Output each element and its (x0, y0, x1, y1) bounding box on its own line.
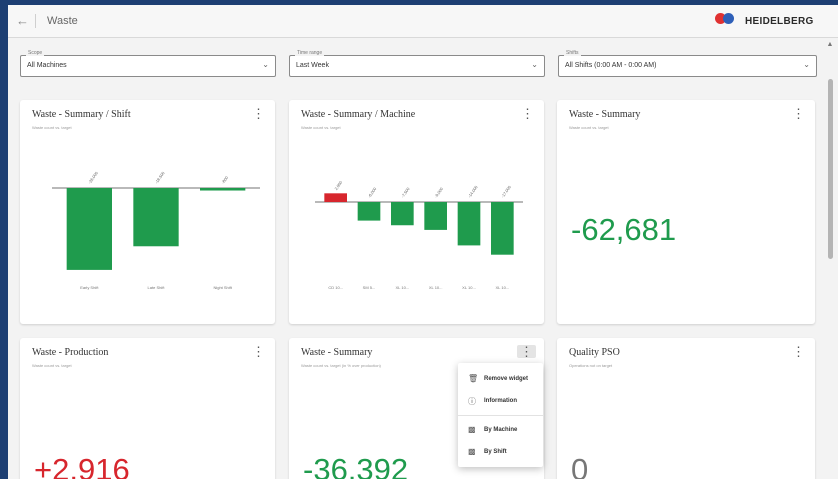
menu-divider (458, 415, 543, 416)
bar-data-label: -9,000 (433, 186, 444, 199)
bar-data-label: -18,500 (154, 170, 166, 185)
vertical-scrollbar[interactable]: ▲ (826, 41, 834, 479)
category-tick-label: XL 10... (462, 285, 476, 290)
category-tick-label: SM 5... (363, 285, 376, 290)
widget-waste-summary: Waste - Summary Waste count vs. target ⋮… (557, 100, 815, 324)
widget-title: Quality PSO (569, 347, 620, 358)
chart-bar[interactable] (424, 202, 447, 230)
bar-data-label: -800 (220, 175, 229, 185)
bar-data-label: 2,800 (333, 179, 343, 191)
bar-data-label: -7,500 (400, 186, 411, 199)
caret-up-icon[interactable]: ▲ (826, 41, 834, 49)
bar-chart-icon: ▩ (468, 425, 476, 434)
info-icon: ⓘ (468, 397, 476, 406)
chart-bar[interactable] (391, 202, 414, 226)
chevron-down-icon: ⌄ (803, 60, 810, 69)
category-tick-label: Early Shift (80, 285, 99, 290)
category-tick-label: XL 10... (429, 285, 443, 290)
filter-label: Shifts (564, 50, 581, 56)
waste-machine-chart: 2,800 CD 10... -6,000 SM 5... -7,500 XL 10...… (315, 179, 523, 290)
brand-logo-icon (715, 12, 735, 26)
widget-waste-shift: Waste - Summary / Shift Waste count vs. … (20, 100, 275, 324)
machine-filter-select[interactable]: Scope All Machines ⌄ (20, 50, 276, 77)
widget-title: Waste - Summary (569, 109, 641, 120)
chart-bar[interactable] (200, 188, 246, 191)
category-tick-label: XL 10... (396, 285, 410, 290)
shift-filter-select[interactable]: Shifts All Shifts (0:00 AM - 0:00 AM) ⌄ (558, 50, 817, 77)
brand-name: HEIDELBERG (745, 16, 814, 27)
chevron-down-icon: ⌄ (262, 60, 269, 69)
chart-bar[interactable] (357, 202, 381, 221)
summary2-value: -36,392 (303, 452, 409, 479)
category-tick-label: Night Shift (213, 285, 232, 290)
widget-subtitle: Operations not on target (569, 363, 613, 368)
more-vert-icon[interactable]: ⋮ (252, 107, 265, 120)
more-vert-icon[interactable]: ⋮ (517, 345, 536, 358)
bar-data-label: -14,000 (467, 184, 479, 199)
chart-bar[interactable] (133, 188, 179, 247)
timerange-filter-select[interactable]: Time range Last Week ⌄ (289, 50, 545, 77)
filter-value: Last Week (296, 62, 329, 69)
filter-label: Scope (26, 50, 45, 56)
filter-value: All Machines (27, 62, 67, 69)
widget-title: Waste - Summary (301, 347, 373, 358)
summary-value: -62,681 (571, 212, 677, 247)
category-tick-label: Late Shift (148, 285, 166, 290)
bar-data-label: -6,000 (367, 186, 378, 199)
menu-item-remove-widget[interactable]: 🗑 Remove widget (458, 369, 543, 391)
more-vert-icon[interactable]: ⋮ (792, 345, 805, 358)
chart-bar[interactable] (66, 188, 112, 270)
divider (35, 14, 36, 28)
widget-waste-machine: Waste - Summary / Machine Waste count vs… (289, 100, 544, 324)
widget-context-menu: 🗑 Remove widget ⓘ Information ▩ By Machi… (458, 363, 543, 467)
more-vert-icon[interactable]: ⋮ (252, 345, 265, 358)
more-vert-icon[interactable]: ⋮ (521, 107, 534, 120)
scrollbar-thumb[interactable] (828, 79, 833, 259)
widget-title: Waste - Summary / Machine (301, 109, 416, 120)
widget-subtitle: Waste count vs. target (569, 125, 609, 130)
trash-icon: 🗑 (468, 374, 479, 383)
more-vert-icon[interactable]: ⋮ (792, 107, 805, 120)
category-tick-label: XL 10... (496, 285, 510, 290)
page-title: Waste (47, 15, 78, 27)
bar-data-label: -26,000 (87, 170, 99, 185)
chart-bar[interactable] (324, 193, 347, 202)
filter-value: All Shifts (0:00 AM - 0:00 AM) (565, 62, 657, 69)
menu-item-label: By Machine (484, 427, 518, 433)
widget-subtitle: Waste count vs. target (in % over produc… (301, 363, 381, 368)
menu-item-by-machine[interactable]: ▩ By Machine (458, 420, 543, 442)
menu-item-label: Information (484, 398, 517, 404)
arrow-left-icon[interactable]: ← (16, 13, 29, 28)
chart-bar[interactable] (457, 202, 481, 246)
widget-title: Waste - Summary / Shift (32, 109, 131, 120)
waste-shift-chart: -26,000 Early Shift -18,500 Late Shift -800 N… (52, 170, 260, 290)
chart-bar[interactable] (491, 202, 514, 255)
widget-title: Waste - Production (32, 347, 109, 358)
menu-item-by-shift[interactable]: ▩ By Shift (458, 442, 543, 464)
widget-waste-production: Waste - Production Waste count vs. targe… (20, 338, 275, 479)
top-bar: ← Waste HEIDELBERG (8, 5, 838, 38)
app-window: ← Waste HEIDELBERG Scope All Machines ⌄ … (8, 5, 838, 479)
category-tick-label: CD 10... (328, 285, 343, 290)
production-value: +2,916 (34, 452, 130, 479)
menu-item-label: Remove widget (484, 376, 529, 382)
bar-chart-icon: ▩ (468, 447, 476, 456)
quality-value: 0 (571, 452, 589, 479)
widget-quality-pso: Quality PSO Operations not on target ⋮ 0 (557, 338, 815, 479)
widget-subtitle: Waste count vs. target (32, 363, 72, 368)
menu-item-information[interactable]: ⓘ Information (458, 391, 543, 413)
filter-label: Time range (295, 50, 325, 56)
menu-item-label: By Shift (484, 449, 507, 455)
bar-data-label: -17,000 (500, 184, 512, 199)
chevron-down-icon: ⌄ (531, 60, 538, 69)
